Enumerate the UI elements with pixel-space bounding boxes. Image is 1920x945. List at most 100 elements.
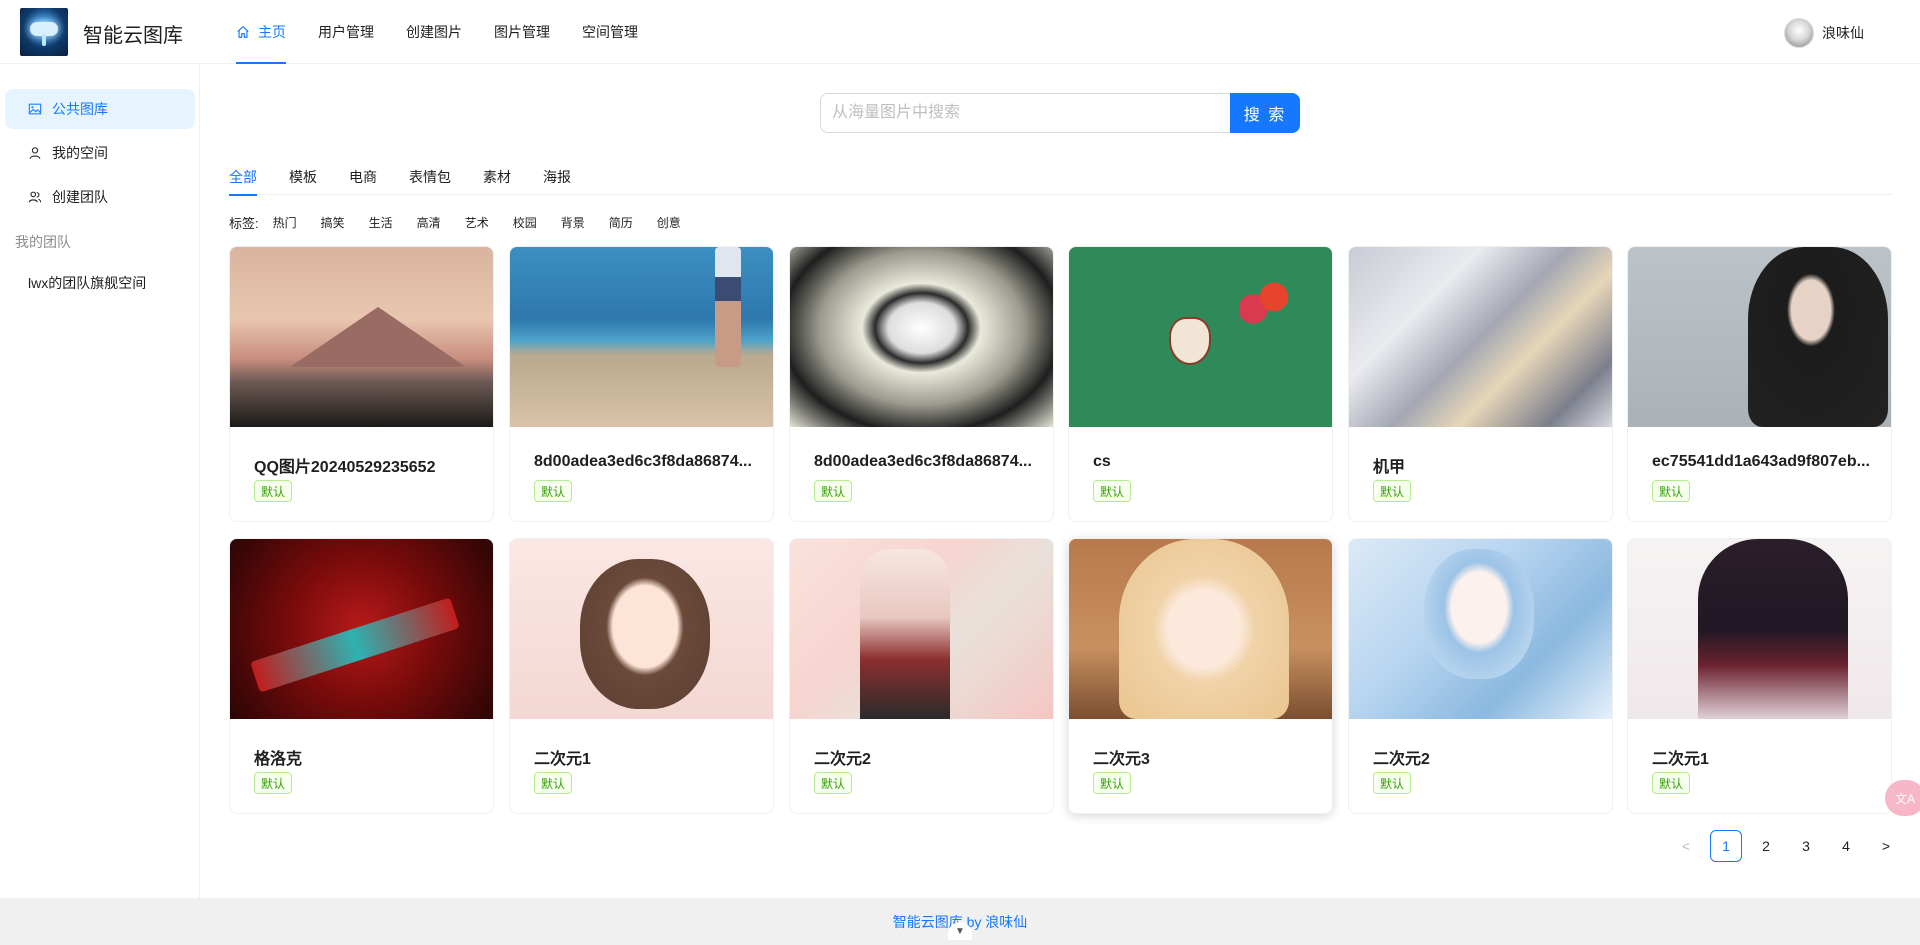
picture-title: 二次元2 (814, 751, 871, 768)
page-4-button[interactable]: 4 (1830, 830, 1862, 862)
app-logo[interactable] (20, 8, 68, 56)
category-badge: 默认 (814, 772, 853, 794)
prev-page-button[interactable]: < (1670, 830, 1702, 862)
category-badge: 默认 (254, 772, 293, 794)
tab-ecommerce[interactable]: 电商 (349, 158, 377, 195)
picture-thumbnail[interactable] (1069, 539, 1332, 719)
category-badge: 默认 (1373, 480, 1412, 502)
page-3-button[interactable]: 3 (1790, 830, 1822, 862)
picture-title: 8d00adea3ed6c3f8da86874... (534, 453, 752, 470)
picture-card[interactable]: ec75541dd1a643ad9f807eb... 默认 (1627, 246, 1892, 522)
picture-thumbnail[interactable] (510, 539, 773, 719)
picture-thumbnail[interactable] (1349, 539, 1612, 719)
category-badge: 默认 (1093, 480, 1132, 502)
picture-card[interactable]: 二次元1 默认 (509, 538, 774, 814)
picture-title: 8d00adea3ed6c3f8da86874... (814, 453, 1032, 470)
nav-create-picture[interactable]: 创建图片 (390, 0, 478, 64)
picture-card[interactable]: 机甲 默认 (1348, 246, 1613, 522)
tab-emoji[interactable]: 表情包 (409, 158, 451, 195)
picture-card[interactable]: QQ图片20240529235652 默认 (229, 246, 494, 522)
picture-card[interactable]: 8d00adea3ed6c3f8da86874... 默认 (789, 246, 1054, 522)
category-tabs: 全部 模板 电商 表情包 素材 海报 (229, 158, 1892, 196)
tag-filter: 标签: 热门 搞笑 生活 高清 艺术 校园 背景 简历 创意 (229, 213, 705, 232)
picture-card[interactable]: 二次元2 默认 (1348, 538, 1613, 814)
team-icon (28, 191, 42, 203)
picture-title: 二次元1 (1652, 751, 1709, 768)
picture-card[interactable]: 格洛克 默认 (229, 538, 494, 814)
category-badge: 默认 (1373, 772, 1412, 794)
picture-card[interactable]: 8d00adea3ed6c3f8da86874... 默认 (509, 246, 774, 522)
category-badge: 默认 (1652, 480, 1691, 502)
sidebar-group-title: 我的团队 (15, 234, 71, 250)
nav-user-management[interactable]: 用户管理 (302, 0, 390, 64)
picture-card[interactable]: 二次元1 默认 (1627, 538, 1892, 814)
tag-background[interactable]: 背景 (561, 214, 585, 231)
nav-picture-management[interactable]: 图片管理 (478, 0, 566, 64)
tag-funny[interactable]: 搞笑 (321, 214, 345, 231)
page-1-button[interactable]: 1 (1710, 830, 1742, 862)
nav-home[interactable]: 主页 (220, 0, 302, 64)
tab-poster[interactable]: 海报 (543, 158, 571, 195)
user-icon (29, 147, 41, 159)
tag-label: 标签: (229, 216, 259, 231)
nav-space-management[interactable]: 空间管理 (566, 0, 654, 64)
translate-icon[interactable]: 文A (1885, 780, 1920, 816)
picture-thumbnail[interactable] (510, 247, 773, 427)
picture-title: QQ图片20240529235652 (254, 459, 436, 476)
category-badge: 默认 (534, 480, 573, 502)
nav-home-label: 主页 (258, 24, 286, 40)
tag-creative[interactable]: 创意 (657, 214, 681, 231)
main-nav: 主页 用户管理 创建图片 图片管理 空间管理 (220, 0, 654, 64)
category-badge: 默认 (814, 480, 853, 502)
picture-title: 机甲 (1373, 459, 1406, 476)
top-header: 智能云图库 主页 用户管理 创建图片 图片管理 空间管理 浪味仙 (0, 0, 1920, 64)
tag-campus[interactable]: 校园 (513, 214, 537, 231)
user-name[interactable]: 浪味仙 (1822, 23, 1864, 43)
sidebar-item-my-space[interactable]: 我的空间 (5, 133, 195, 173)
search-input[interactable] (820, 93, 1230, 133)
picture-thumbnail[interactable] (230, 247, 493, 427)
sidebar-item-create-team[interactable]: 创建团队 (5, 177, 195, 217)
sidebar-item-label: lwx的团队旗舰空间 (28, 275, 147, 291)
picture-thumbnail[interactable] (230, 539, 493, 719)
tag-hd[interactable]: 高清 (417, 214, 441, 231)
footer: 智能云图库 by 浪味仙 ▼ (0, 898, 1920, 945)
picture-card[interactable]: 二次元3 默认 (1068, 538, 1333, 814)
app-title[interactable]: 智能云图库 (83, 19, 183, 48)
home-icon (237, 25, 249, 38)
tag-art[interactable]: 艺术 (465, 214, 489, 231)
sidebar: 公共图库 我的空间 创建团队 我的团队 lwx的团队旗舰空间 (0, 64, 200, 898)
search-button[interactable]: 搜 索 (1230, 93, 1300, 133)
picture-title: 二次元1 (534, 751, 591, 768)
tag-resume[interactable]: 简历 (609, 214, 633, 231)
sidebar-item-public-gallery[interactable]: 公共图库 (5, 89, 195, 129)
next-page-button[interactable]: > (1870, 830, 1902, 862)
picture-thumbnail[interactable] (1349, 247, 1612, 427)
picture-title: 二次元3 (1093, 751, 1150, 768)
tab-all[interactable]: 全部 (229, 158, 257, 196)
picture-thumbnail[interactable] (790, 539, 1053, 719)
user-menu[interactable]: 浪味仙 (1784, 18, 1864, 48)
tag-life[interactable]: 生活 (369, 214, 393, 231)
tag-hot[interactable]: 热门 (273, 214, 297, 231)
picture-thumbnail[interactable] (1069, 247, 1332, 427)
picture-thumbnail[interactable] (790, 247, 1053, 427)
page-2-button[interactable]: 2 (1750, 830, 1782, 862)
picture-title: cs (1093, 453, 1111, 470)
picture-icon (28, 103, 42, 115)
sidebar-item-team-space[interactable]: lwx的团队旗舰空间 (5, 263, 195, 303)
picture-card[interactable]: 二次元2 默认 (789, 538, 1054, 814)
chevron-down-icon[interactable]: ▼ (948, 922, 972, 940)
tab-template[interactable]: 模板 (289, 158, 317, 195)
picture-title: ec75541dd1a643ad9f807eb... (1652, 453, 1870, 470)
picture-card[interactable]: cs 默认 (1068, 246, 1333, 522)
tab-material[interactable]: 素材 (483, 158, 511, 195)
picture-thumbnail[interactable] (1628, 539, 1891, 719)
picture-thumbnail[interactable] (1628, 247, 1891, 427)
category-badge: 默认 (1652, 772, 1691, 794)
sidebar-item-label: 公共图库 (52, 101, 108, 117)
avatar[interactable] (1784, 18, 1814, 48)
category-badge: 默认 (254, 480, 293, 502)
picture-title: 格洛克 (254, 751, 303, 768)
category-badge: 默认 (534, 772, 573, 794)
